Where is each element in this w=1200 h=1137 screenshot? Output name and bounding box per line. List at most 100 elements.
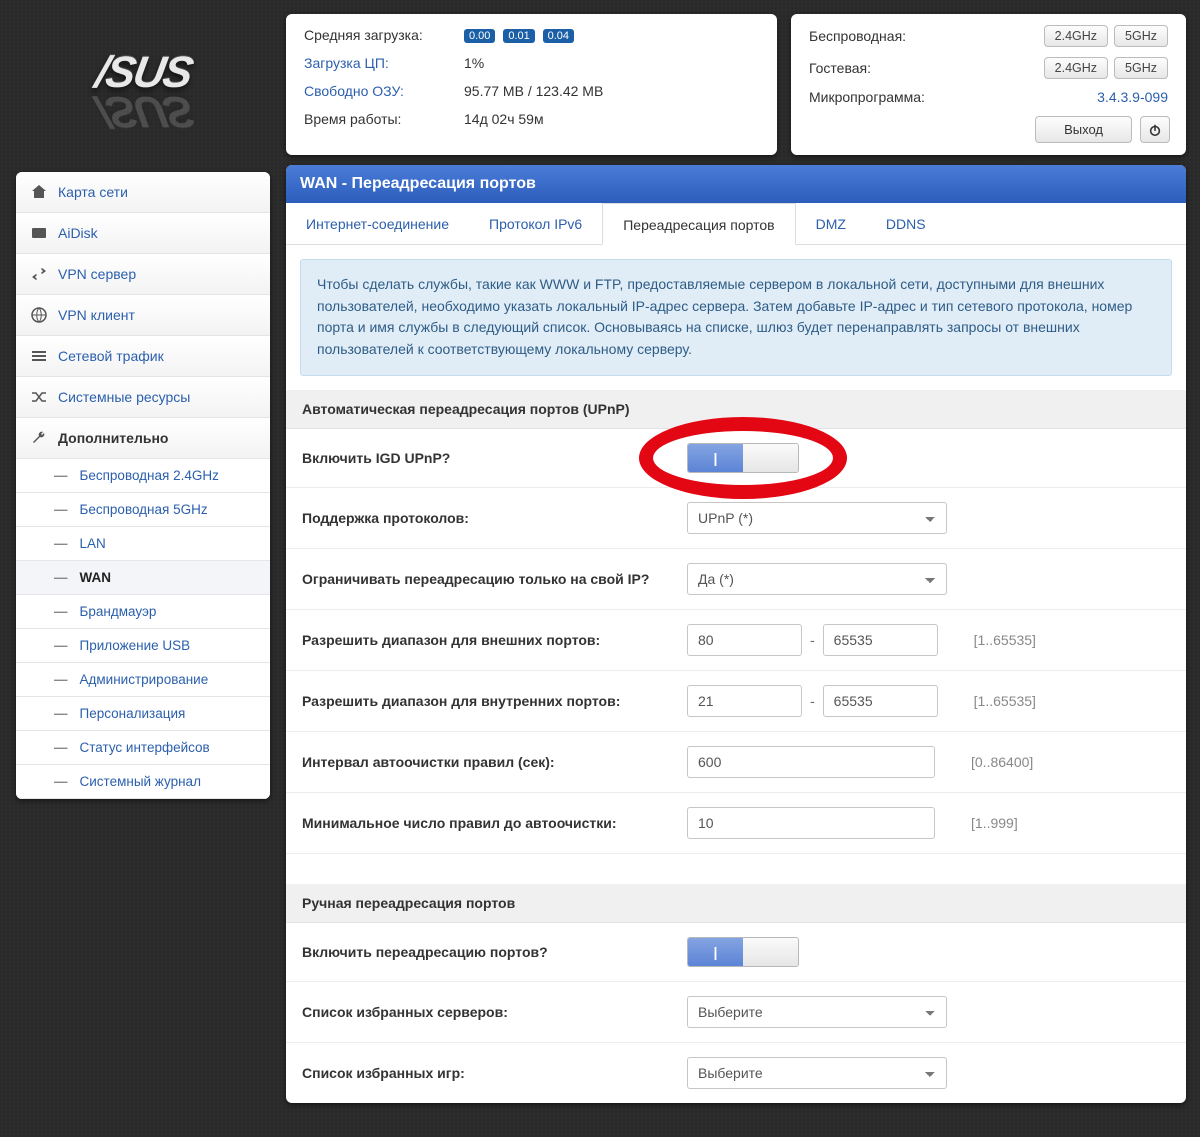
ext-port-hi-input[interactable] — [823, 624, 938, 656]
sidebar-item-network-map[interactable]: Карта сети — [16, 172, 270, 213]
tabs: Интернет-соединение Протокол IPv6 Переад… — [286, 203, 1186, 245]
sidebar-sub-wireless-5[interactable]: —Беспроводная 5GHz — [16, 493, 270, 527]
tab-internet[interactable]: Интернет-соединение — [286, 203, 469, 244]
guest-5ghz-button[interactable]: 5GHz — [1114, 57, 1168, 79]
int-port-lo-input[interactable] — [687, 685, 802, 717]
avg-load-label: Средняя загрузка: — [304, 27, 464, 43]
section-header-upnp: Автоматическая переадресация портов (UPn… — [286, 390, 1186, 429]
wrench-icon — [30, 429, 48, 447]
cpu-load-value: 1% — [464, 55, 484, 71]
load-badge: 0.01 — [503, 29, 534, 43]
shuffle-icon — [30, 388, 48, 406]
load-badge: 0.04 — [543, 29, 574, 43]
sidebar-item-label: AiDisk — [58, 225, 98, 241]
list-icon — [30, 347, 48, 365]
sidebar-sub-personalize[interactable]: — Персонализация — [16, 697, 270, 731]
uptime-label: Время работы: — [304, 111, 464, 127]
sidebar-item-label: VPN клиент — [58, 307, 135, 323]
sidebar-sub-label: Администрирование — [80, 672, 209, 687]
enable-igd-upnp-toggle[interactable]: | — [687, 443, 799, 473]
enable-igd-upnp-label: Включить IGD UPnP? — [302, 450, 687, 466]
guest-label: Гостевая: — [809, 60, 1038, 76]
fav-servers-select[interactable]: Выберите — [687, 996, 947, 1028]
sidebar: Карта сети AiDisk VPN сервер VPN клиент … — [16, 172, 270, 799]
tab-ddns[interactable]: DDNS — [866, 203, 946, 244]
wireless-5ghz-button[interactable]: 5GHz — [1114, 25, 1168, 47]
firmware-version-link[interactable]: 3.4.3.9-099 — [1097, 89, 1168, 105]
sidebar-sub-firewall[interactable]: —Брандмауэр — [16, 595, 270, 629]
ext-port-lo-input[interactable] — [687, 624, 802, 656]
fav-games-label: Список избранных игр: — [302, 1065, 687, 1081]
load-badge: 0.00 — [464, 29, 495, 43]
tab-dmz[interactable]: DMZ — [796, 203, 866, 244]
power-button[interactable] — [1140, 116, 1170, 143]
ram-free-value: 95.77 MB / 123.42 MB — [464, 83, 603, 99]
dash-icon: — — [54, 638, 68, 653]
dash-icon: — — [54, 536, 68, 551]
int-port-hi-input[interactable] — [823, 685, 938, 717]
restrict-ip-select[interactable]: Да (*) — [687, 563, 947, 595]
sidebar-sub-wireless-24[interactable]: —Беспроводная 2.4GHz — [16, 459, 270, 493]
fav-games-select[interactable]: Выберите — [687, 1057, 947, 1089]
enable-port-fwd-toggle[interactable]: | — [687, 937, 799, 967]
int-port-range-label: Разрешить диапазон для внутренних портов… — [302, 693, 687, 709]
logout-button[interactable]: Выход — [1035, 116, 1132, 143]
cpu-load-label[interactable]: Загрузка ЦП: — [304, 55, 464, 71]
dash-icon: — — [54, 468, 68, 483]
main-panel: WAN - Переадресация портов Интернет-соед… — [286, 165, 1186, 1103]
sidebar-sub-label: Брандмауэр — [80, 604, 157, 619]
sidebar-sub-lan[interactable]: —LAN — [16, 527, 270, 561]
info-box: Чтобы сделать службы, такие как WWW и FT… — [300, 259, 1172, 376]
autoclean-input[interactable] — [687, 746, 935, 778]
ram-free-label[interactable]: Свободно ОЗУ: — [304, 83, 464, 99]
int-port-hint: [1..65535] — [974, 693, 1036, 709]
sidebar-item-aidisk[interactable]: AiDisk — [16, 213, 270, 254]
sidebar-sub-syslog[interactable]: —Системный журнал — [16, 765, 270, 799]
sidebar-sub-wan[interactable]: — WAN — [16, 561, 270, 595]
asus-logo: /SUS /SUS — [16, 12, 270, 172]
dash-icon: — — [54, 706, 68, 721]
sidebar-sub-label: Персонализация — [80, 706, 186, 721]
minrules-input[interactable] — [687, 807, 935, 839]
tab-ipv6[interactable]: Протокол IPv6 — [469, 203, 602, 244]
sidebar-sub-usb[interactable]: — Приложение USB — [16, 629, 270, 663]
sidebar-item-traffic[interactable]: Сетевой трафик — [16, 336, 270, 377]
guest-24ghz-button[interactable]: 2.4GHz — [1044, 57, 1108, 79]
sidebar-item-label: Дополнительно — [58, 430, 168, 446]
enable-port-fwd-label: Включить переадресацию портов? — [302, 944, 687, 960]
protocols-select[interactable]: UPnP (*) — [687, 502, 947, 534]
sidebar-sub-label: Приложение USB — [80, 638, 191, 653]
fav-servers-label: Список избранных серверов: — [302, 1004, 687, 1020]
sidebar-item-label: Карта сети — [58, 184, 128, 200]
status-panel: Средняя загрузка: 0.00 0.01 0.04 Загрузк… — [286, 14, 777, 155]
ext-port-hint: [1..65535] — [974, 632, 1036, 648]
autoclean-hint: [0..86400] — [971, 754, 1033, 770]
sidebar-sub-label: Статус интерфейсов — [80, 740, 210, 755]
globe-icon — [30, 306, 48, 324]
minrules-hint: [1..999] — [971, 815, 1018, 831]
wireless-label: Беспроводная: — [809, 28, 1038, 44]
dash-icon: — — [54, 672, 68, 687]
firmware-label: Микропрограмма: — [809, 89, 1097, 105]
sidebar-item-vpn-client[interactable]: VPN клиент — [16, 295, 270, 336]
dash-icon: - — [810, 693, 815, 709]
tab-port-forwarding[interactable]: Переадресация портов — [602, 203, 795, 245]
sidebar-item-vpn-server[interactable]: VPN сервер — [16, 254, 270, 295]
swap-icon — [30, 265, 48, 283]
dash-icon: - — [810, 632, 815, 648]
page-title: WAN - Переадресация портов — [286, 165, 1186, 203]
sidebar-sub-admin[interactable]: — Администрирование — [16, 663, 270, 697]
restrict-ip-label: Ограничивать переадресацию только на сво… — [302, 571, 687, 587]
dash-icon: — — [54, 570, 68, 585]
sidebar-sub-iface-status[interactable]: — Статус интерфейсов — [16, 731, 270, 765]
protocols-label: Поддержка протоколов: — [302, 510, 687, 526]
wireless-24ghz-button[interactable]: 2.4GHz — [1044, 25, 1108, 47]
sidebar-sub-label: WAN — [80, 570, 112, 585]
sidebar-item-advanced[interactable]: Дополнительно — [16, 418, 270, 459]
dash-icon: — — [54, 740, 68, 755]
sidebar-item-label: Сетевой трафик — [58, 348, 164, 364]
sidebar-item-label: Системные ресурсы — [58, 389, 190, 405]
home-icon — [30, 183, 48, 201]
sidebar-item-label: VPN сервер — [58, 266, 136, 282]
sidebar-item-sysres[interactable]: Системные ресурсы — [16, 377, 270, 418]
